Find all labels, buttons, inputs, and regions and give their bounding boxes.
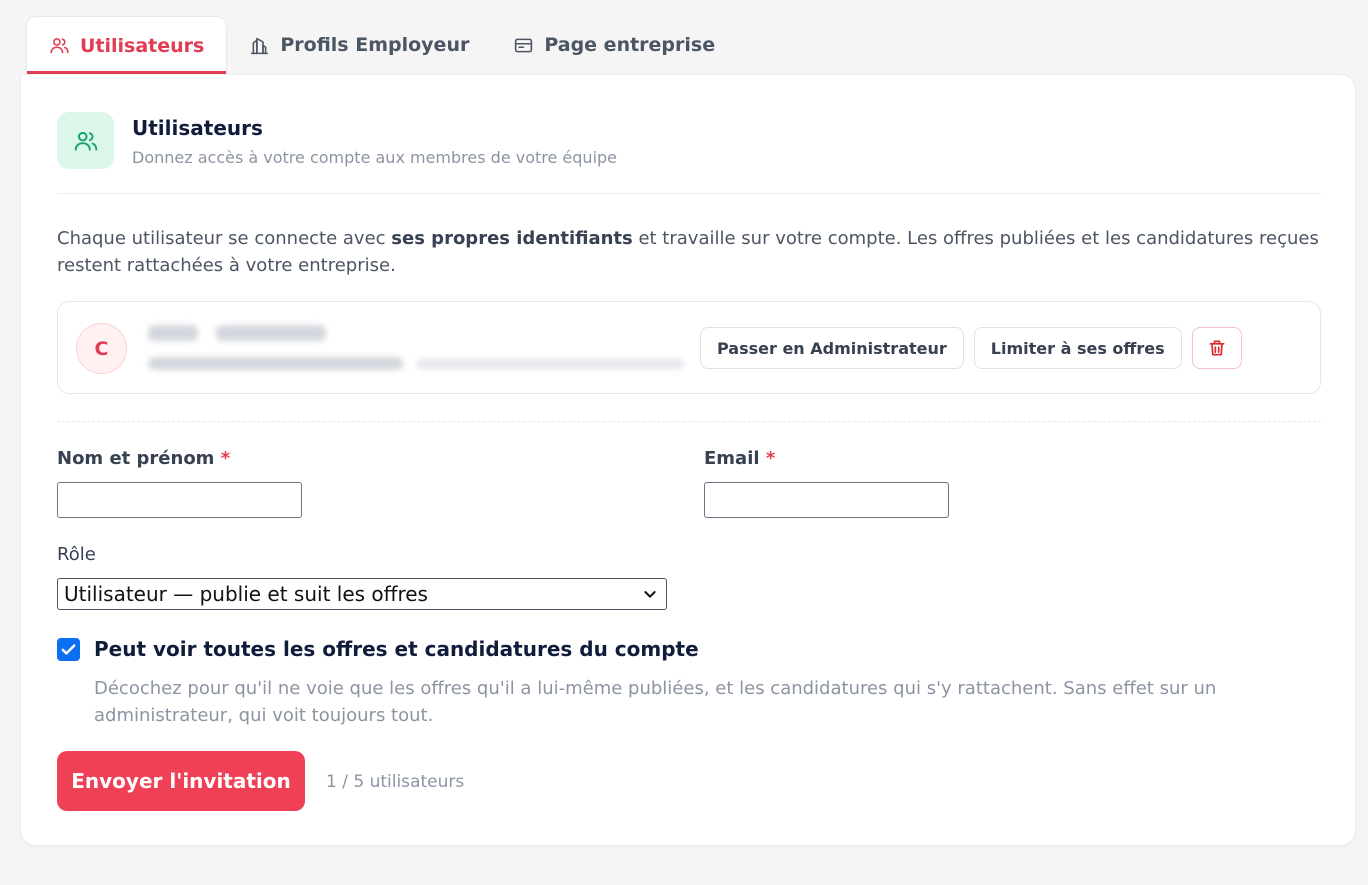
trash-icon	[1209, 340, 1225, 356]
section-title: Utilisateurs	[132, 116, 263, 140]
tab-utilisateurs[interactable]: Utilisateurs	[26, 16, 228, 74]
user-count: 1 / 5 utilisateurs	[326, 772, 465, 792]
role-select-value: Utilisateur — publie et suit les offres	[64, 582, 428, 606]
section-icon-tile	[57, 112, 114, 169]
user-row: C Passer en Administrateur Limiter à ses…	[57, 301, 1321, 394]
section-subtitle: Donnez accès à votre compte aux membres …	[132, 148, 618, 167]
users-panel: Utilisateurs Donnez accès à votre compte…	[20, 74, 1356, 846]
role-select[interactable]: Utilisateur — publie et suit les offres	[57, 578, 667, 610]
limit-offers-button[interactable]: Limiter à ses offres	[973, 327, 1182, 369]
email-input[interactable]	[704, 482, 949, 518]
tab-label: Profils Employeur	[280, 34, 470, 56]
see-all-offers-label[interactable]: Peut voir toutes les offres et candidatu…	[94, 637, 699, 661]
user-actions: Passer en Administrateur Limiter à ses o…	[700, 327, 1242, 369]
users-icon	[74, 131, 97, 151]
name-input[interactable]	[57, 482, 302, 518]
users-icon	[50, 38, 69, 54]
chevron-down-icon	[644, 591, 656, 598]
tab-page-entreprise[interactable]: Page entreprise	[491, 16, 737, 74]
required-mark: *	[765, 448, 776, 469]
role-label: Rôle	[57, 544, 96, 565]
name-label: Nom et prénom *	[57, 448, 230, 469]
see-all-offers-checkbox[interactable]	[57, 637, 80, 661]
tab-label: Utilisateurs	[80, 34, 205, 57]
building-icon	[251, 37, 269, 54]
email-label-text: Email	[704, 448, 760, 469]
intro-text: Chaque utilisateur se connecte avec ses …	[57, 225, 1321, 279]
tab-bar: Utilisateurs Profils Employeur Page entr…	[26, 16, 737, 74]
blurred-user-email	[148, 357, 403, 370]
required-mark: *	[220, 448, 231, 469]
send-invitation-button[interactable]: Envoyer l'invitation	[57, 751, 305, 811]
checkmark-icon	[61, 643, 76, 655]
section-heading-text: Utilisateurs Donnez accès à votre compte…	[132, 112, 617, 167]
delete-user-button[interactable]	[1191, 327, 1242, 369]
see-all-offers-help: Décochez pour qu'il ne voie que les offr…	[94, 678, 1217, 726]
see-all-offers-option: Peut voir toutes les offres et candidatu…	[57, 637, 699, 661]
dashed-divider	[57, 421, 1321, 422]
section-header: Utilisateurs Donnez accès à votre compte…	[57, 112, 617, 169]
email-label: Email *	[704, 448, 775, 469]
tab-profils-employeur[interactable]: Profils Employeur	[227, 16, 491, 74]
browser-window-icon	[515, 38, 533, 52]
blurred-user-lastname	[216, 325, 326, 341]
intro-text-start: Chaque utilisateur se connecte avec	[57, 228, 392, 249]
divider	[57, 193, 1321, 194]
promote-admin-button[interactable]: Passer en Administrateur	[700, 327, 964, 369]
avatar: C	[76, 323, 127, 374]
tab-label: Page entreprise	[544, 34, 716, 56]
intro-text-bold: ses propres identifiants	[391, 228, 633, 249]
blurred-user-firstname	[148, 325, 198, 341]
blurred-user-meta	[416, 359, 684, 369]
name-label-text: Nom et prénom	[57, 448, 215, 469]
